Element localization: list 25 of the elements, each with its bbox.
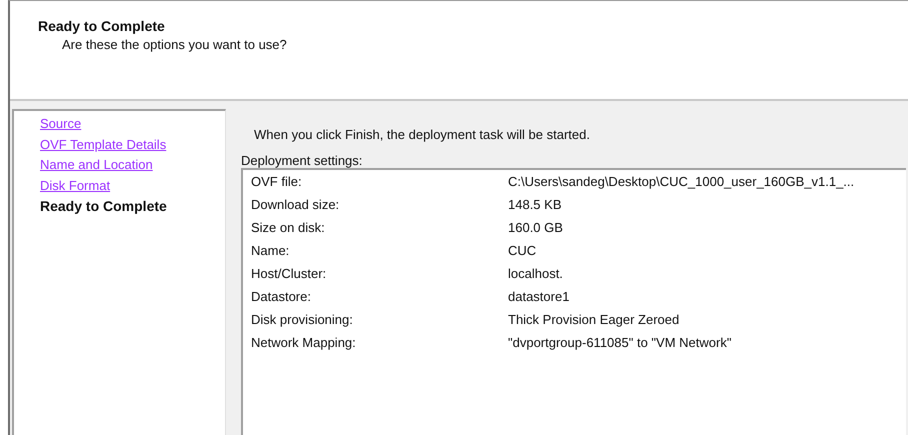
setting-name: Size on disk:	[251, 220, 326, 237]
step-link[interactable]: OVF Template Details	[40, 134, 166, 155]
setting-value: datastore1	[508, 289, 570, 306]
setting-name: OVF file:	[251, 174, 303, 191]
setting-value: localhost.	[508, 266, 564, 283]
setting-name: Download size:	[251, 197, 340, 214]
setting-value: CUC	[508, 243, 538, 260]
step-link[interactable]: Disk Format	[40, 176, 110, 196]
page-title: Ready to Complete	[38, 18, 166, 34]
setting-value: C:\Users\sandeg\Desktop\CUC_1000_user_160GB_v1.1_...	[508, 174, 856, 191]
setting-value: 160.0 GB	[508, 220, 564, 237]
step-link[interactable]: Name and Location	[40, 155, 153, 176]
current-step[interactable]: Ready to Complete	[40, 196, 167, 216]
setting-name: Host/Cluster:	[251, 266, 328, 283]
setting-name: Datastore:	[251, 289, 312, 306]
intro-text: When you click Finish, the deployment task will be started.	[254, 127, 591, 142]
setting-name: Network Mapping:	[251, 335, 357, 352]
step-link[interactable]: Source	[40, 114, 82, 134]
setting-value: "dvportgroup-611085" to "VM Network"	[508, 335, 732, 352]
setting-name: Disk provisioning:	[251, 312, 354, 329]
page-subtitle: Are these the options you want to use?	[61, 37, 288, 52]
setting-name: Name:	[251, 243, 290, 260]
settings-label: Deployment settings:	[241, 153, 364, 168]
setting-value: 148.5 KB	[508, 197, 562, 214]
setting-value: Thick Provision Eager Zeroed	[508, 312, 680, 329]
